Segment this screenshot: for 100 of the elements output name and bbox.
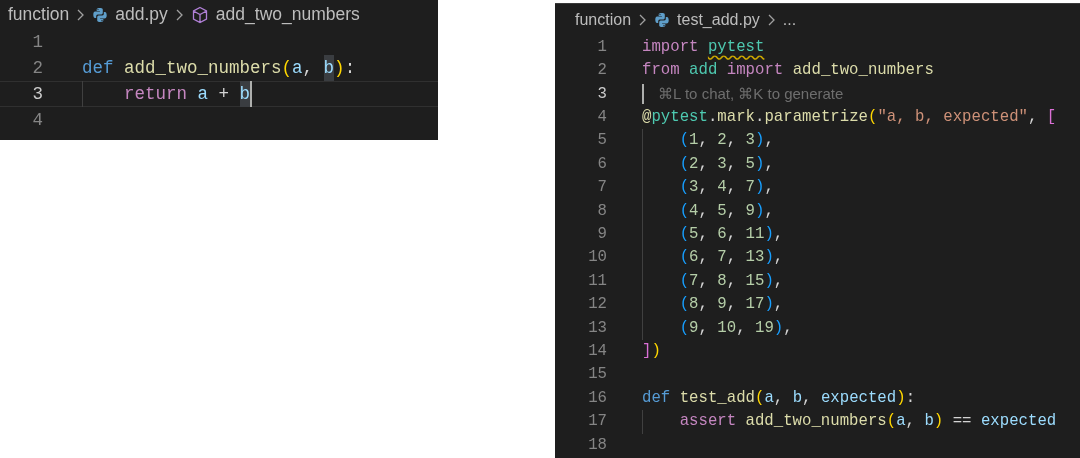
code-token: parametrize — [764, 107, 868, 129]
breadcrumb-item[interactable]: function — [575, 8, 632, 32]
line-number: 4 — [596, 107, 607, 129]
code-token: ) — [755, 177, 765, 199]
line-number: 3 — [31, 82, 43, 106]
breadcrumb-item[interactable]: add_two_numbers — [215, 1, 360, 28]
code-token: @ — [642, 107, 652, 129]
code-token: , — [726, 224, 738, 246]
code-token: 7 — [745, 177, 755, 199]
code-token: 3 — [745, 130, 755, 152]
code-token: == — [951, 411, 973, 433]
code-token: ( — [679, 270, 690, 292]
code-token: b — [323, 54, 335, 82]
code-token: , — [726, 294, 738, 316]
code-token: , — [698, 247, 709, 269]
breadcrumb-item[interactable]: add.py — [115, 1, 168, 28]
cube-icon — [190, 5, 209, 24]
code-token: ) — [933, 411, 944, 433]
code-token: ( — [281, 56, 293, 80]
code-token: ) — [755, 200, 765, 222]
code-token: pytest — [707, 36, 765, 58]
line-number: 9 — [596, 224, 607, 246]
code-token: 19 — [754, 317, 774, 339]
code-token: b — [792, 387, 803, 409]
line-number: 18 — [587, 434, 607, 456]
code-token: a — [896, 411, 906, 433]
line-number: 14 — [587, 341, 607, 362]
code-token: ] — [642, 341, 652, 362]
chevron-right-icon — [174, 7, 184, 22]
chevron-right-icon — [638, 13, 648, 27]
code-token: 9 — [717, 294, 727, 316]
code-token: , — [698, 130, 709, 152]
python-icon — [654, 12, 671, 28]
code-token: 6 — [717, 224, 727, 246]
breadcrumb-item[interactable]: function — [8, 1, 70, 28]
code-token: ( — [679, 224, 690, 246]
code-token: test_add — [679, 387, 755, 409]
code-token: 4 — [689, 200, 699, 222]
code-token: ( — [679, 317, 690, 339]
code-token: expected — [980, 411, 1057, 433]
code-token: ) — [896, 387, 906, 409]
code-token: from — [642, 60, 681, 82]
line-number: 1 — [596, 36, 607, 58]
code-token: ( — [886, 411, 897, 433]
code-token: , — [736, 317, 747, 339]
code-token: import — [725, 60, 785, 82]
code-token: add_two_numbers — [124, 56, 282, 80]
code-token: ( — [679, 177, 690, 199]
python-icon — [92, 6, 109, 23]
code-token: 7 — [717, 247, 727, 269]
line-number: 17 — [587, 411, 607, 433]
code-token: 3 — [689, 177, 699, 199]
code-token: 5 — [745, 153, 755, 175]
code-token: , — [905, 411, 917, 433]
code-token: mark — [717, 107, 755, 129]
breadcrumb-item[interactable]: test_add.py — [677, 8, 760, 32]
code-token: , — [698, 317, 709, 339]
code-token: ) — [764, 247, 774, 269]
code-token: 10 — [717, 317, 737, 339]
code-token: expected — [820, 387, 897, 409]
code-token: . — [707, 107, 718, 129]
code-token: , — [764, 130, 774, 152]
code-token: , — [1028, 107, 1039, 129]
code-token: , — [698, 294, 709, 316]
code-token: 8 — [717, 270, 727, 292]
line-number: 2 — [31, 56, 43, 80]
code-token: add_two_numbers — [792, 60, 934, 82]
code-token: def — [642, 387, 672, 409]
code-token: ( — [679, 247, 690, 269]
breadcrumb-item[interactable]: ... — [782, 8, 797, 32]
code-token: , — [726, 153, 738, 175]
code-token: , — [726, 130, 738, 152]
code-token: , — [773, 224, 784, 246]
code-token: ) — [773, 317, 784, 339]
code-token: ) — [651, 341, 661, 362]
line-number: 13 — [587, 317, 607, 339]
code-token: 11 — [745, 224, 765, 246]
code-token: ( — [679, 130, 690, 152]
code-token: ( — [754, 387, 765, 409]
code-token: , — [764, 153, 774, 175]
code-token: a — [292, 56, 303, 80]
code-token: , — [773, 294, 784, 316]
line-number: 7 — [596, 177, 607, 199]
code-token: , — [726, 200, 738, 222]
code-token: ) — [755, 130, 765, 152]
code-token: ( — [867, 107, 878, 129]
code-token: "a, b, expected" — [877, 107, 1028, 129]
line-number: 8 — [596, 200, 607, 222]
code-token: . — [755, 107, 765, 129]
code-token: 9 — [745, 200, 755, 222]
line-number: 2 — [596, 60, 607, 82]
code-token: , — [764, 200, 774, 222]
code-token: 17 — [745, 294, 765, 316]
line-number: 5 — [596, 130, 607, 152]
code-token: 8 — [689, 294, 699, 316]
code-token: , — [764, 177, 774, 199]
code-token: 6 — [689, 247, 699, 269]
line-number: 6 — [596, 153, 607, 175]
code-token: , — [726, 270, 738, 292]
code-token: ) — [764, 270, 774, 292]
